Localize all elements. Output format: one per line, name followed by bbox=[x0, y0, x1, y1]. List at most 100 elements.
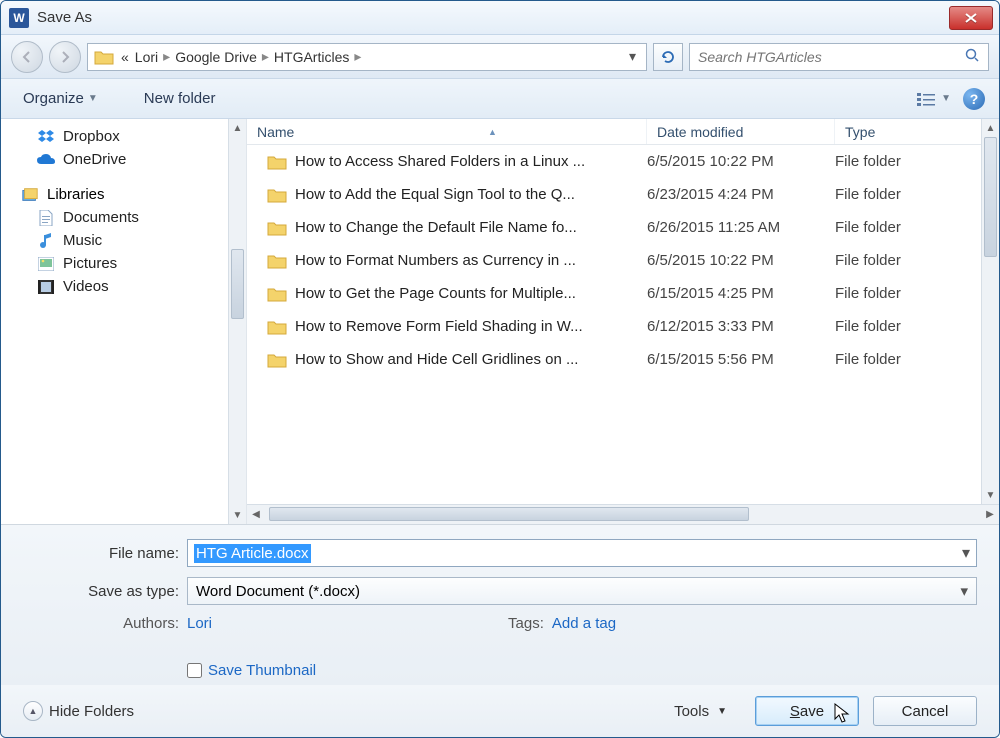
back-button[interactable] bbox=[11, 41, 43, 73]
folder-icon bbox=[267, 253, 287, 269]
breadcrumb-dropdown[interactable]: ▾ bbox=[623, 48, 642, 65]
scrollbar-thumb[interactable] bbox=[984, 137, 997, 257]
sidebar-item-pictures[interactable]: Pictures bbox=[1, 252, 246, 275]
tags-value[interactable]: Add a tag bbox=[552, 615, 616, 632]
breadcrumb-chevrons[interactable]: « bbox=[118, 49, 132, 65]
forward-button[interactable] bbox=[49, 41, 81, 73]
sidebar-item-videos[interactable]: Videos bbox=[1, 275, 246, 298]
save-button[interactable]: Save bbox=[755, 696, 859, 726]
arrow-right-icon bbox=[58, 50, 72, 64]
chevron-right-icon: ▸ bbox=[163, 48, 170, 65]
sidebar-item-music[interactable]: Music bbox=[1, 229, 246, 252]
file-date: 6/12/2015 3:33 PM bbox=[647, 318, 835, 335]
scroll-up-icon[interactable]: ▲ bbox=[982, 119, 999, 137]
refresh-button[interactable] bbox=[653, 43, 683, 71]
table-row[interactable]: How to Change the Default File Name fo..… bbox=[247, 211, 999, 244]
help-button[interactable]: ? bbox=[963, 88, 985, 110]
sidebar-item-label: Pictures bbox=[63, 255, 117, 272]
tools-menu[interactable]: Tools ▼ bbox=[674, 703, 727, 720]
onedrive-icon bbox=[37, 152, 55, 168]
file-date: 6/15/2015 5:56 PM bbox=[647, 351, 835, 368]
filelist-h-scrollbar[interactable]: ◀ ▶ bbox=[247, 504, 999, 524]
document-icon bbox=[37, 210, 55, 226]
dialog-footer: ▲ Hide Folders Tools ▼ Save Cancel bbox=[1, 685, 999, 737]
save-button-label: S bbox=[790, 703, 800, 720]
table-row[interactable]: How to Format Numbers as Currency in ...… bbox=[247, 244, 999, 277]
file-name: How to Show and Hide Cell Gridlines on .… bbox=[295, 351, 578, 368]
word-app-icon: W bbox=[9, 8, 29, 28]
chevron-down-icon[interactable]: ▾ bbox=[960, 582, 968, 600]
scroll-down-icon[interactable]: ▼ bbox=[229, 506, 246, 524]
nav-tree: Dropbox OneDrive Libraries Documents bbox=[1, 119, 247, 524]
view-options-button[interactable]: ▼ bbox=[917, 92, 951, 106]
file-name: How to Get the Page Counts for Multiple.… bbox=[295, 285, 576, 302]
sidebar-item-label: Music bbox=[63, 232, 102, 249]
file-name: How to Remove Form Field Shading in W... bbox=[295, 318, 583, 335]
folder-icon bbox=[267, 319, 287, 335]
breadcrumb-seg-htg[interactable]: HTGArticles bbox=[271, 49, 352, 65]
tags-label: Tags: bbox=[508, 615, 544, 632]
folder-icon bbox=[94, 49, 114, 65]
scroll-left-icon[interactable]: ◀ bbox=[247, 509, 265, 520]
filename-value[interactable]: HTG Article.docx bbox=[194, 544, 311, 563]
table-row[interactable]: How to Get the Page Counts for Multiple.… bbox=[247, 277, 999, 310]
search-box[interactable] bbox=[689, 43, 989, 71]
column-header-date[interactable]: Date modified bbox=[647, 119, 835, 144]
column-header-type[interactable]: Type bbox=[835, 119, 999, 144]
organize-label: Organize bbox=[23, 90, 84, 107]
scroll-down-icon[interactable]: ▼ bbox=[982, 486, 999, 504]
chevron-down-icon: ▼ bbox=[717, 706, 727, 717]
sidebar-group-libraries[interactable]: Libraries bbox=[1, 183, 246, 206]
scrollbar-thumb[interactable] bbox=[231, 249, 244, 319]
table-row[interactable]: How to Remove Form Field Shading in W...… bbox=[247, 310, 999, 343]
chevron-down-icon: ▼ bbox=[941, 93, 951, 104]
toolbar: Organize ▼ New folder ▼ ? bbox=[1, 79, 999, 119]
scrollbar-thumb[interactable] bbox=[269, 507, 749, 521]
save-thumbnail-label[interactable]: Save Thumbnail bbox=[208, 662, 316, 679]
refresh-icon bbox=[660, 49, 676, 65]
search-input[interactable] bbox=[698, 49, 964, 65]
folder-icon bbox=[267, 352, 287, 368]
titlebar: W Save As bbox=[1, 1, 999, 35]
sidebar-item-onedrive[interactable]: OneDrive bbox=[1, 148, 246, 171]
table-row[interactable]: How to Add the Equal Sign Tool to the Q.… bbox=[247, 178, 999, 211]
authors-value[interactable]: Lori bbox=[187, 615, 212, 632]
scroll-up-icon[interactable]: ▲ bbox=[229, 119, 246, 137]
file-name: How to Format Numbers as Currency in ... bbox=[295, 252, 576, 269]
window-title: Save As bbox=[37, 9, 949, 26]
sidebar-item-documents[interactable]: Documents bbox=[1, 206, 246, 229]
scroll-right-icon[interactable]: ▶ bbox=[981, 509, 999, 520]
savetype-select[interactable]: Word Document (*.docx) ▾ bbox=[187, 577, 977, 605]
sidebar-item-label: Videos bbox=[63, 278, 109, 295]
filelist-v-scrollbar[interactable]: ▲ ▼ bbox=[981, 119, 999, 504]
chevron-down-icon[interactable]: ▾ bbox=[962, 543, 970, 563]
save-thumbnail-checkbox[interactable] bbox=[187, 663, 202, 678]
hide-folders-button[interactable]: ▲ Hide Folders bbox=[23, 701, 134, 721]
save-form: File name: HTG Article.docx ▾ Save as ty… bbox=[1, 525, 999, 685]
breadcrumb-seg-gdrive[interactable]: Google Drive bbox=[172, 49, 260, 65]
column-header-name[interactable]: Name ▲ bbox=[247, 119, 647, 144]
table-row[interactable]: How to Access Shared Folders in a Linux … bbox=[247, 145, 999, 178]
sidebar-item-dropbox[interactable]: Dropbox bbox=[1, 125, 246, 148]
hide-folders-label: Hide Folders bbox=[49, 703, 134, 720]
folder-icon bbox=[267, 286, 287, 302]
music-icon bbox=[37, 233, 55, 249]
breadcrumb[interactable]: « Lori ▸ Google Drive ▸ HTGArticles ▸ ▾ bbox=[87, 43, 647, 71]
close-button[interactable] bbox=[949, 6, 993, 30]
sidebar-scrollbar[interactable]: ▲ ▼ bbox=[228, 119, 246, 524]
cancel-button[interactable]: Cancel bbox=[873, 696, 977, 726]
file-rows: How to Access Shared Folders in a Linux … bbox=[247, 145, 999, 504]
file-name: How to Access Shared Folders in a Linux … bbox=[295, 153, 585, 170]
arrow-left-icon bbox=[20, 50, 34, 64]
organize-menu[interactable]: Organize ▼ bbox=[15, 86, 106, 111]
new-folder-label: New folder bbox=[144, 90, 216, 107]
new-folder-button[interactable]: New folder bbox=[136, 86, 224, 111]
sidebar-item-label: OneDrive bbox=[63, 151, 126, 168]
folder-icon bbox=[267, 154, 287, 170]
search-icon[interactable] bbox=[964, 47, 980, 66]
table-row[interactable]: How to Show and Hide Cell Gridlines on .… bbox=[247, 343, 999, 376]
breadcrumb-seg-lori[interactable]: Lori bbox=[132, 49, 161, 65]
chevron-down-icon: ▼ bbox=[88, 93, 98, 104]
file-date: 6/23/2015 4:24 PM bbox=[647, 186, 835, 203]
filename-input[interactable]: HTG Article.docx ▾ bbox=[187, 539, 977, 567]
